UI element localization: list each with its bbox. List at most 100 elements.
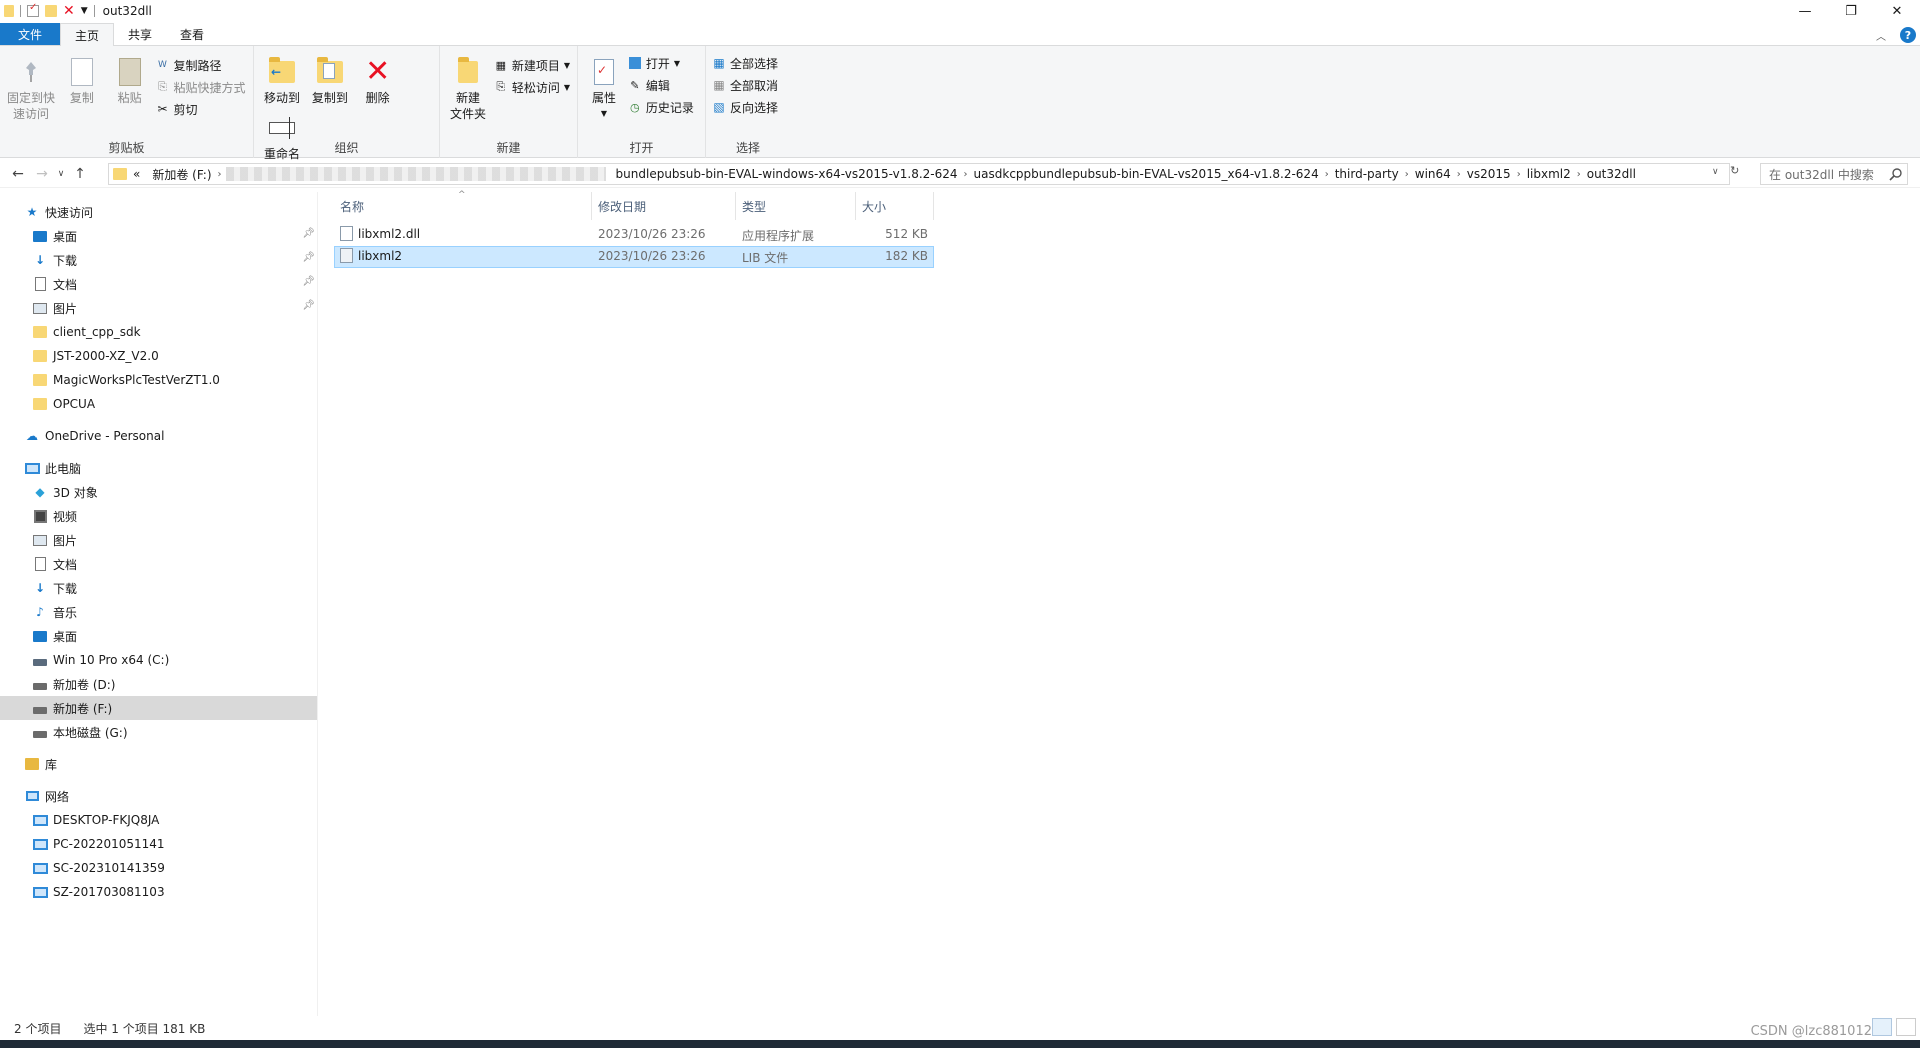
computer-icon xyxy=(24,460,40,476)
nav-item-network-pc[interactable]: SZ-201703081103 xyxy=(0,880,317,904)
breadcrumb-item[interactable]: libxml2 xyxy=(1521,167,1577,181)
delete-qat-icon[interactable]: ✕ xyxy=(63,3,75,19)
new-folder-button[interactable]: 新建 文件夹 xyxy=(446,50,490,122)
address-dropdown-icon[interactable]: ∨ xyxy=(1712,167,1719,177)
nav-item-network-pc[interactable]: PC-202201051141 xyxy=(0,832,317,856)
collapse-ribbon-icon[interactable]: ︿ xyxy=(1876,28,1886,43)
nav-item-drive-g[interactable]: 本地磁盘 (G:) xyxy=(0,720,317,744)
nav-item-3d-objects[interactable]: ◆ 3D 对象 xyxy=(0,480,317,504)
help-icon[interactable]: ? xyxy=(1900,27,1916,43)
search-input[interactable]: 在 out32dll 中搜索 xyxy=(1760,163,1908,185)
up-button[interactable]: ↑ xyxy=(68,166,92,182)
copy-to-button[interactable]: 复制到 xyxy=(308,50,352,106)
column-label: 大小 xyxy=(862,199,887,214)
select-none-button[interactable]: ▦ 全部取消 xyxy=(712,76,778,94)
nav-item-downloads[interactable]: ↓ 下载 xyxy=(0,576,317,600)
column-header-size[interactable]: 大小 xyxy=(856,192,934,220)
pin-to-quick-access-button[interactable]: 固定到快 速访问 xyxy=(6,50,56,122)
nav-item-downloads[interactable]: ↓ 下载 📌︎ xyxy=(0,248,317,272)
close-button[interactable]: ✕ xyxy=(1874,0,1920,22)
nav-item-desktop[interactable]: 桌面 xyxy=(0,624,317,648)
breadcrumb-item[interactable]: uasdkcppbundlepubsub-bin-EVAL-vs2015_x64… xyxy=(968,167,1325,181)
nav-item-drive-c[interactable]: Win 10 Pro x64 (C:) xyxy=(0,648,317,672)
nav-item-folder[interactable]: OPCUA xyxy=(0,392,317,416)
copy-path-button[interactable]: W 复制路径 xyxy=(155,56,245,74)
star-icon: ★ xyxy=(26,205,38,219)
nav-item-folder[interactable]: JST-2000-XZ_V2.0 xyxy=(0,344,317,368)
pictures-icon xyxy=(32,532,48,548)
column-header-type[interactable]: 类型 xyxy=(736,192,856,220)
nav-item-documents[interactable]: 文档 xyxy=(0,552,317,576)
large-icons-view-icon[interactable] xyxy=(1896,1018,1916,1036)
paste-shortcut-button[interactable]: ⎘ 粘贴快捷方式 xyxy=(155,78,245,96)
tab-share[interactable]: 共享 xyxy=(114,23,166,45)
nav-network[interactable]: 网络 xyxy=(0,784,317,808)
new-folder-qat-icon[interactable] xyxy=(45,5,57,17)
back-button[interactable]: ← xyxy=(6,166,30,182)
cut-button[interactable]: ✂ 剪切 xyxy=(155,100,245,118)
nav-item-videos[interactable]: 视频 xyxy=(0,504,317,528)
nav-item-pictures[interactable]: 图片 xyxy=(0,528,317,552)
details-view-icon[interactable] xyxy=(1872,1018,1892,1036)
nav-onedrive[interactable]: ☁ OneDrive - Personal xyxy=(0,424,317,448)
pin-icon[interactable]: 📌︎ xyxy=(302,276,315,287)
nav-item-drive-f[interactable]: 新加卷 (F:) xyxy=(0,696,317,720)
nav-this-pc[interactable]: 此电脑 xyxy=(0,456,317,480)
delete-button[interactable]: ✕ 删除 xyxy=(356,50,400,106)
tab-file[interactable]: 文件 xyxy=(0,23,61,45)
properties-button[interactable]: ✓ 属性 ▼ xyxy=(584,50,624,122)
breadcrumb-item[interactable]: win64 xyxy=(1409,167,1457,181)
properties-qat-icon[interactable]: ✓ xyxy=(27,2,39,17)
pin-icon[interactable]: 📌︎ xyxy=(302,252,315,263)
nav-item-network-pc[interactable]: SC-202310141359 xyxy=(0,856,317,880)
nav-label: 快速访问 xyxy=(45,205,94,220)
open-button[interactable]: 打开 ▼ xyxy=(628,54,694,72)
copy-button[interactable]: 复制 xyxy=(60,50,104,106)
select-all-button[interactable]: ▦ 全部选择 xyxy=(712,54,778,72)
history-button[interactable]: ◷ 历史记录 xyxy=(628,98,694,116)
paste-label: 粘贴 xyxy=(117,91,142,105)
nav-item-pictures[interactable]: 图片 📌︎ xyxy=(0,296,317,320)
file-size: 512 KB xyxy=(885,227,928,241)
nav-item-drive-d[interactable]: 新加卷 (D:) xyxy=(0,672,317,696)
scissors-icon: ✂ xyxy=(157,102,168,116)
nav-item-documents[interactable]: 文档 📌︎ xyxy=(0,272,317,296)
refresh-icon[interactable]: ↻ xyxy=(1730,164,1739,177)
breadcrumb-item[interactable]: vs2015 xyxy=(1461,167,1517,181)
nav-item-network-pc[interactable]: DESKTOP-FKJQ8JA xyxy=(0,808,317,832)
address-overflow[interactable]: « xyxy=(127,167,146,181)
nav-quick-access[interactable]: ★ 快速访问 xyxy=(0,200,317,224)
table-row[interactable]: libxml2.dll 2023/10/26 23:26 应用程序扩展 512 … xyxy=(334,224,934,246)
address-bar[interactable]: « 新加卷 (F:) › bundlepubsub-bin-EVAL-windo… xyxy=(108,163,1730,185)
pin-icon[interactable]: 📌︎ xyxy=(302,300,315,311)
breadcrumb-item[interactable]: bundlepubsub-bin-EVAL-windows-x64-vs2015… xyxy=(610,167,964,181)
edit-button[interactable]: ✎ 编辑 xyxy=(628,76,694,94)
column-header-name[interactable]: 名称 ^ xyxy=(334,190,592,220)
minimize-button[interactable]: — xyxy=(1782,0,1828,22)
column-header-date[interactable]: 修改日期 xyxy=(592,192,736,220)
nav-item-music[interactable]: ♪ 音乐 xyxy=(0,600,317,624)
new-item-button[interactable]: ▦ 新建项目 ▼ xyxy=(494,56,570,74)
breadcrumb-item[interactable]: 新加卷 (F:) xyxy=(146,166,217,183)
restore-button[interactable]: ❐ xyxy=(1828,0,1874,22)
easy-access-button[interactable]: ⎘ 轻松访问 ▼ xyxy=(494,78,570,96)
nav-item-desktop[interactable]: 桌面 📌︎ xyxy=(0,224,317,248)
pin-icon[interactable]: 📌︎ xyxy=(302,228,315,239)
computer-icon xyxy=(32,860,48,876)
customize-qat-icon[interactable]: ▼ xyxy=(81,6,88,16)
breadcrumb-separator-icon[interactable]: › xyxy=(218,169,222,180)
tab-home[interactable]: 主页 xyxy=(60,23,115,46)
nav-item-folder[interactable]: client_cpp_sdk xyxy=(0,320,317,344)
forward-button[interactable]: → xyxy=(30,166,54,182)
nav-libraries[interactable]: 库 xyxy=(0,752,317,776)
invert-selection-button[interactable]: ▧ 反向选择 xyxy=(712,98,778,116)
table-row[interactable]: libxml2 2023/10/26 23:26 LIB 文件 182 KB xyxy=(334,246,934,268)
recent-locations-button[interactable]: ∨ xyxy=(54,169,68,179)
move-to-button[interactable]: ← 移动到 xyxy=(260,50,304,106)
breadcrumb-item[interactable]: third-party xyxy=(1329,167,1405,181)
nav-item-folder[interactable]: MagicWorksPlcTestVerZT1.0 xyxy=(0,368,317,392)
paste-button[interactable]: 粘贴 xyxy=(108,50,152,106)
breadcrumb-current[interactable]: out32dll xyxy=(1581,167,1642,181)
tab-view[interactable]: 查看 xyxy=(166,23,218,45)
